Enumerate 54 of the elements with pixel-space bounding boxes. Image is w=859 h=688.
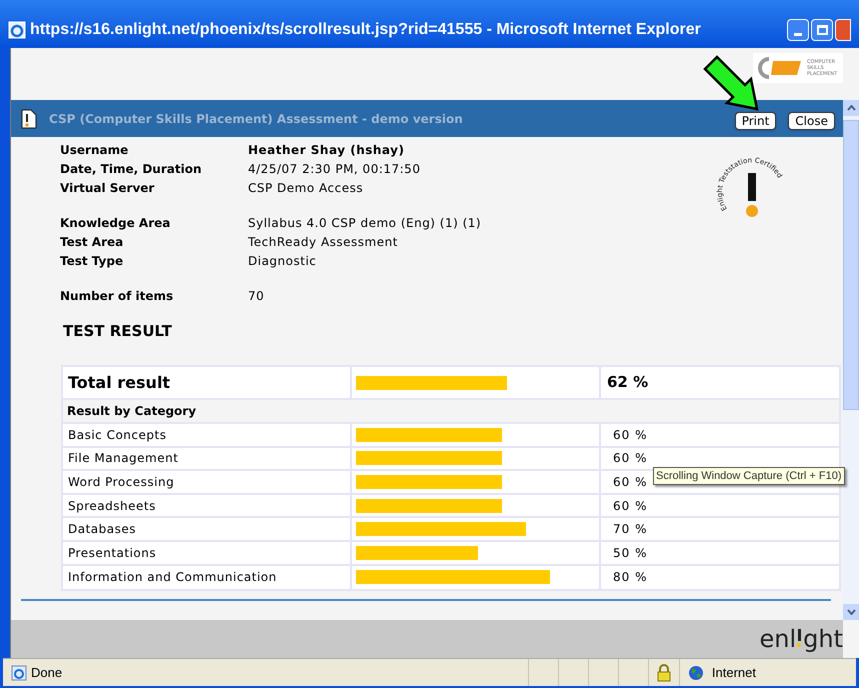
header-title: CSP (Computer Skills Placement) Assessment - demo version [49,110,463,128]
minimize-button[interactable] [787,19,809,41]
table-cell-text: 60 % [612,426,648,444]
zone-text: Internet [712,664,756,682]
status-text: Done [31,664,62,682]
detail-value: Heather Shay (hshay) [248,142,404,159]
detail-label: Date, Time, Duration [60,161,203,178]
scrollbar[interactable] [843,100,859,620]
table-cell-text: 50 % [612,544,648,562]
detail-label: Username [60,142,130,159]
close-button[interactable] [835,19,851,41]
browser-icon [8,21,26,39]
table-cell-text: 80 % [612,569,648,586]
scroll-up-icon[interactable] [843,100,859,116]
tooltip: Scrolling Window Capture (Ctrl + F10) [653,467,845,485]
scroll-thumb[interactable] [843,120,859,410]
globe-icon [688,664,704,680]
detail-value: Diagnostic [248,253,316,270]
csp-logo-icon [757,56,803,80]
table-cell-text: 60 % [612,474,648,491]
table-cell-text: Word Processing [67,474,176,491]
table-cell-text: Information and Communication [67,569,278,586]
detail-value: Syllabus 4.0 CSP demo (Eng) (1) (1) [248,215,482,232]
table-cell-text: Spreadsheets [67,498,157,515]
table-cell-text: Presentations [67,544,158,562]
table-cell-text: Total result [67,372,172,394]
window-title: https://s16.enlight.net/phoenix/ts/scrollresult.jsp?rid=41555 - Microsoft Internet Explorer [30,20,701,40]
detail-label: Virtual Server [60,180,156,197]
page-icon [11,664,27,680]
document-icon [21,108,37,128]
header-button[interactable]: Close [788,112,835,130]
table-cell-text: 60 % [612,450,648,468]
section-heading: TEST RESULT [63,321,172,342]
maximize-button[interactable] [811,19,833,41]
enlight-logo: enl ght [759,627,843,651]
lock-icon [656,664,671,682]
detail-value: 4/25/07 2:30 PM, 00:17:50 [248,161,420,178]
detail-label: Number of items [60,288,174,305]
detail-label: Knowledge Area [60,215,172,232]
category-heading: Result by Category [66,403,196,420]
detail-value: TechReady Assessment [248,234,398,251]
table-cell-text: Basic Concepts [67,426,168,444]
detail-value: CSP Demo Access [248,180,364,197]
table-cell-text: 60 % [612,498,648,515]
table-cell-text: File Management [67,450,180,468]
detail-label: Test Type [60,253,124,270]
arrow-icon [703,55,761,113]
scroll-down-icon[interactable] [843,604,859,620]
detail-label: Test Area [60,234,124,251]
detail-value: 70 [248,288,264,305]
table-cell-text: Databases [67,521,138,538]
table-cell-text: 62 % [606,372,648,394]
table-cell-text: 70 % [612,521,648,538]
header-button[interactable]: Print [734,112,776,130]
